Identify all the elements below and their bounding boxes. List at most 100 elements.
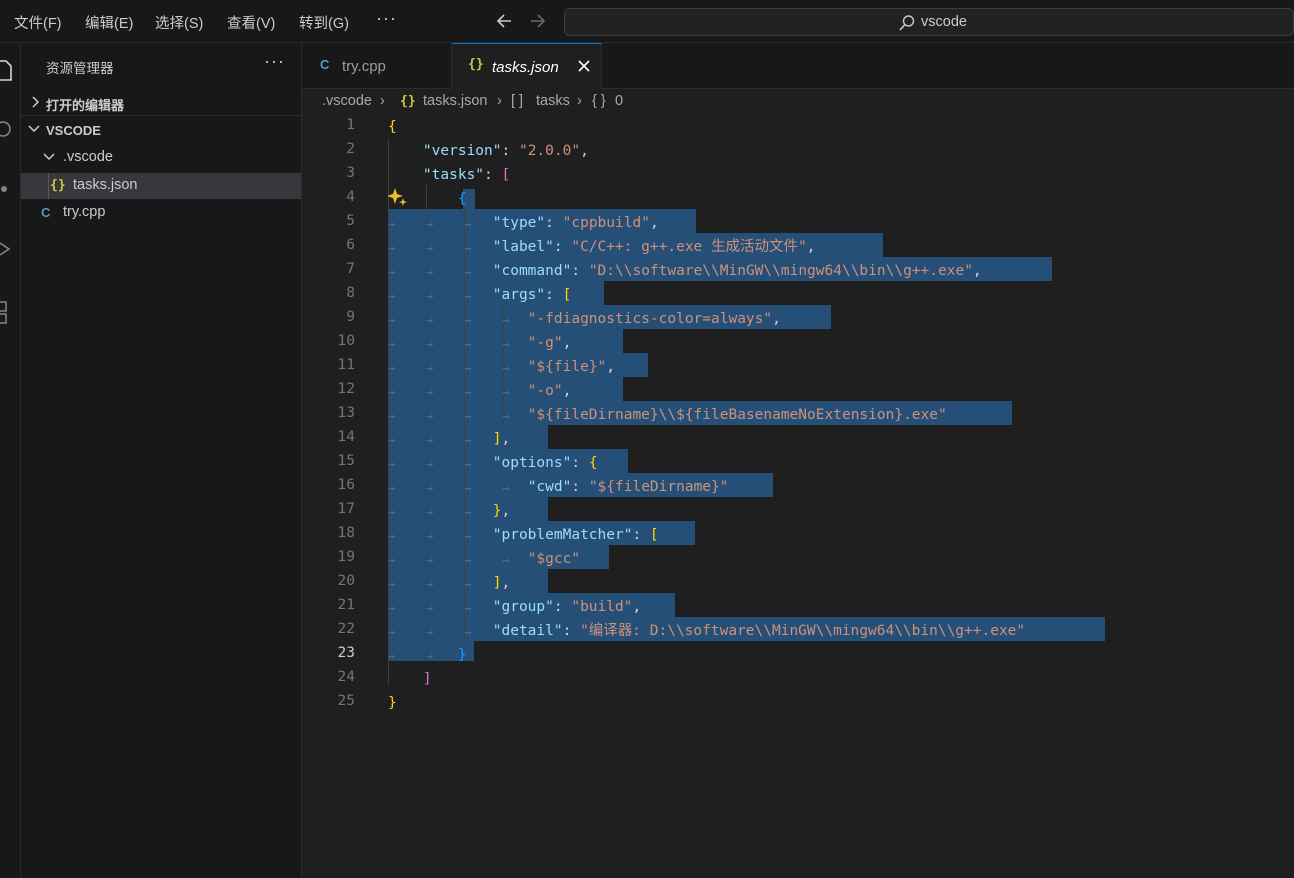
title-bar: 文件(F) 编辑(E) 选择(S) 查看(V) 转到(G) ··· vscode bbox=[0, 0, 1294, 43]
sidebar-more-button[interactable]: ··· bbox=[264, 51, 285, 72]
back-arrow-icon[interactable] bbox=[495, 10, 515, 32]
menu-select[interactable]: 选择(S) bbox=[155, 12, 203, 33]
line-number: 8 bbox=[346, 285, 355, 301]
line-number: 25 bbox=[337, 693, 355, 709]
code-line-22: "detail": "编译器: D:\\software\\MinGW\\min… bbox=[492, 623, 1026, 639]
line-number: 4 bbox=[346, 189, 355, 205]
command-center-search[interactable]: vscode bbox=[564, 8, 1294, 36]
code-line-19: "$gcc" bbox=[527, 551, 581, 567]
folder-vscode-label: .vscode bbox=[63, 149, 113, 165]
code-line-13: "${fileDirname}\\${fileBasenameNoExtensi… bbox=[527, 407, 947, 423]
breadcrumb-separator-icon: › bbox=[497, 93, 502, 109]
line-number: 23 bbox=[337, 645, 355, 661]
code-line-12: "-o", bbox=[527, 383, 572, 399]
menu-edit[interactable]: 编辑(E) bbox=[85, 12, 133, 33]
workspace-root-section[interactable]: VSCODE bbox=[21, 117, 301, 143]
search-icon bbox=[899, 15, 915, 31]
file-try-cpp-label: try.cpp bbox=[63, 204, 106, 220]
source-control-icon[interactable] bbox=[0, 179, 14, 199]
chevron-right-icon bbox=[32, 96, 40, 108]
json-file-icon: {} bbox=[468, 57, 484, 72]
editor-tab-bar: C try.cpp {} tasks.json bbox=[302, 43, 1294, 89]
line-number: 16 bbox=[337, 477, 355, 493]
explorer-icon[interactable] bbox=[0, 59, 14, 83]
menu-more-button[interactable]: ··· bbox=[376, 8, 397, 29]
menu-file[interactable]: 文件(F) bbox=[14, 12, 62, 33]
line-number: 22 bbox=[337, 621, 355, 637]
breadcrumb-folder[interactable]: .vscode bbox=[322, 93, 372, 109]
open-editors-section[interactable]: 打开的编辑器 bbox=[21, 89, 301, 116]
line-number: 10 bbox=[337, 333, 355, 349]
line-number: 6 bbox=[346, 237, 355, 253]
cpp-file-icon: C bbox=[41, 205, 51, 220]
tab-tasks-json[interactable]: {} tasks.json bbox=[452, 43, 602, 89]
line-number: 11 bbox=[337, 357, 355, 373]
object-icon: { } bbox=[592, 93, 606, 109]
tab-try-cpp[interactable]: C try.cpp bbox=[302, 43, 452, 89]
code-line-14: ], bbox=[492, 431, 511, 447]
close-icon[interactable] bbox=[576, 58, 592, 74]
line-number: 19 bbox=[337, 549, 355, 565]
file-tasks-json[interactable]: {} tasks.json bbox=[21, 173, 301, 199]
line-number: 18 bbox=[337, 525, 355, 541]
chevron-down-icon bbox=[43, 153, 55, 161]
tab-try-cpp-label: try.cpp bbox=[342, 58, 386, 75]
code-editor[interactable]: 1 2 3 4 5 6 7 8 9 10 11 12 13 14 15 16 17 18 19 20 21 22 23 24 2… bbox=[302, 115, 1294, 878]
chevron-down-icon bbox=[28, 125, 40, 133]
forward-arrow-icon[interactable] bbox=[527, 10, 547, 32]
run-debug-icon[interactable] bbox=[0, 239, 14, 259]
breadcrumb-array[interactable]: tasks bbox=[536, 93, 570, 109]
line-number: 21 bbox=[337, 597, 355, 613]
breadcrumb-separator-icon: › bbox=[577, 93, 582, 109]
code-line-17: }, bbox=[492, 503, 511, 519]
line-number: 14 bbox=[337, 429, 355, 445]
line-number: 13 bbox=[337, 405, 355, 421]
code-line-10: "-g", bbox=[527, 335, 572, 351]
code-line-25: } bbox=[388, 695, 397, 711]
line-number: 15 bbox=[337, 453, 355, 469]
explorer-sidebar: 资源管理器 ··· 打开的编辑器 VSCODE .vscode {} tasks… bbox=[21, 43, 302, 878]
tab-tasks-json-label: tasks.json bbox=[492, 59, 559, 76]
code-line-16: "cwd": "${fileDirname}" bbox=[527, 479, 729, 495]
search-view-icon[interactable] bbox=[0, 119, 14, 141]
open-editors-label: 打开的编辑器 bbox=[46, 98, 125, 113]
folder-vscode[interactable]: .vscode bbox=[21, 145, 301, 171]
code-line-24: ] bbox=[422, 671, 432, 687]
line-number: 3 bbox=[346, 165, 355, 181]
workspace-root-label: VSCODE bbox=[46, 123, 101, 138]
menu-view[interactable]: 查看(V) bbox=[227, 12, 275, 33]
array-icon: [ ] bbox=[511, 93, 524, 109]
line-number: 1 bbox=[346, 117, 355, 133]
line-number: 20 bbox=[337, 573, 355, 589]
line-number: 24 bbox=[337, 669, 355, 685]
tree-indent-guide bbox=[48, 173, 49, 199]
code-line-6: "label": "C/C++: g++.exe 生成活动文件", bbox=[492, 239, 816, 255]
code-line-11: "${file}", bbox=[527, 359, 615, 375]
file-try-cpp[interactable]: C try.cpp bbox=[21, 200, 301, 226]
sidebar-title: 资源管理器 bbox=[46, 61, 114, 76]
activity-bar bbox=[0, 43, 21, 878]
breadcrumb-object[interactable]: 0 bbox=[615, 93, 623, 109]
breadcrumb-separator-icon: › bbox=[380, 93, 385, 109]
code-line-18: "problemMatcher": [ bbox=[492, 527, 659, 543]
code-line-15: "options": { bbox=[492, 455, 598, 471]
line-number: 2 bbox=[346, 141, 355, 157]
code-line-2: "version": "2.0.0", bbox=[422, 143, 589, 159]
code-line-4: { bbox=[457, 191, 467, 207]
extensions-icon[interactable] bbox=[0, 299, 14, 329]
json-file-icon: {} bbox=[50, 178, 66, 193]
menu-goto[interactable]: 转到(G) bbox=[299, 12, 349, 33]
code-line-23: } bbox=[457, 647, 467, 663]
code-line-21: "group": "build", bbox=[492, 599, 642, 615]
file-tasks-json-label: tasks.json bbox=[73, 177, 138, 193]
search-text: vscode bbox=[921, 14, 967, 30]
line-number: 12 bbox=[337, 381, 355, 397]
tab-bar-border bbox=[602, 88, 1294, 89]
breadcrumb-file[interactable]: tasks.json bbox=[423, 93, 487, 109]
code-line-7: "command": "D:\\software\\MinGW\\mingw64… bbox=[492, 263, 982, 279]
code-line-1: { bbox=[388, 119, 397, 135]
line-number: 5 bbox=[346, 213, 355, 229]
code-line-8: "args": [ bbox=[492, 287, 572, 303]
line-number: 7 bbox=[346, 261, 355, 277]
code-line-3: "tasks": [ bbox=[422, 167, 511, 183]
